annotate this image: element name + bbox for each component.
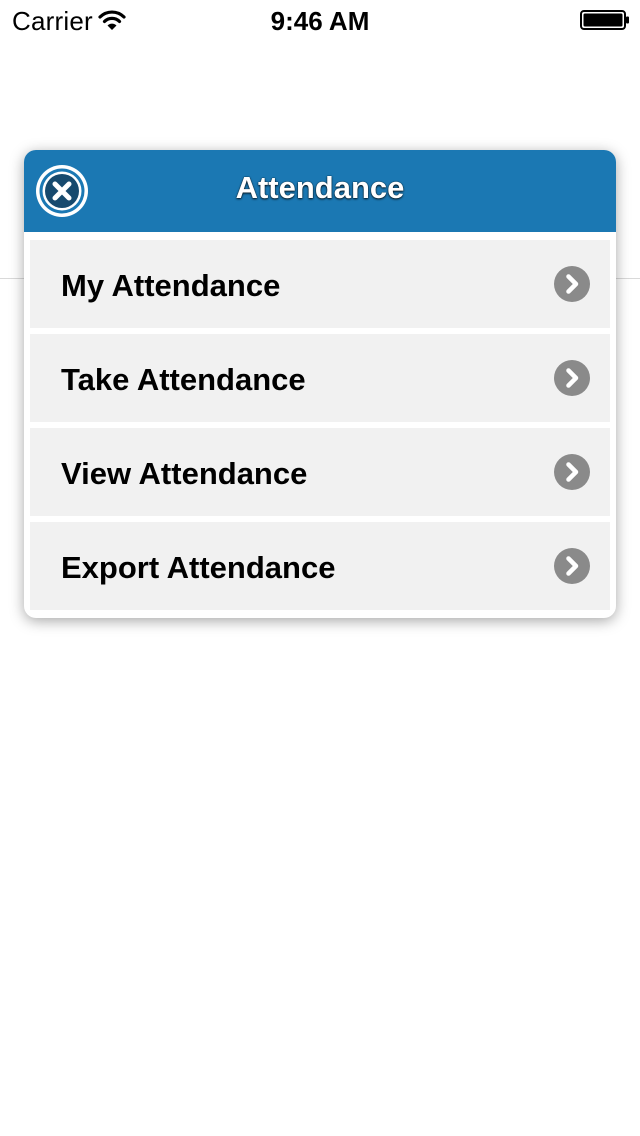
menu-item-label: View Attendance <box>61 456 308 491</box>
chevron-right-icon <box>554 548 590 584</box>
screen: Carrier 9:46 AM Attendance My Attendance… <box>0 0 640 1136</box>
clock: 9:46 AM <box>270 6 370 36</box>
menu-item-export-attendance[interactable]: Export Attendance <box>30 522 610 610</box>
chevron-right-icon <box>554 360 590 396</box>
menu-item-view-attendance[interactable]: View Attendance <box>30 428 610 516</box>
attendance-dialog: Attendance My Attendance Take Attendance… <box>24 150 616 618</box>
dialog-header: Attendance <box>24 150 616 232</box>
status-bar: Carrier 9:46 AM <box>0 0 640 40</box>
chevron-right-icon <box>554 454 590 490</box>
menu-item-label: Take Attendance <box>61 362 306 397</box>
chevron-right-icon <box>554 266 590 302</box>
attendance-menu: My Attendance Take Attendance View Atten… <box>30 240 610 610</box>
menu-item-my-attendance[interactable]: My Attendance <box>30 240 610 328</box>
dialog-title: Attendance <box>235 170 405 205</box>
menu-item-label: Export Attendance <box>61 550 336 585</box>
battery-full-icon <box>580 10 629 30</box>
menu-item-take-attendance[interactable]: Take Attendance <box>30 334 610 422</box>
menu-item-label: My Attendance <box>61 268 281 303</box>
